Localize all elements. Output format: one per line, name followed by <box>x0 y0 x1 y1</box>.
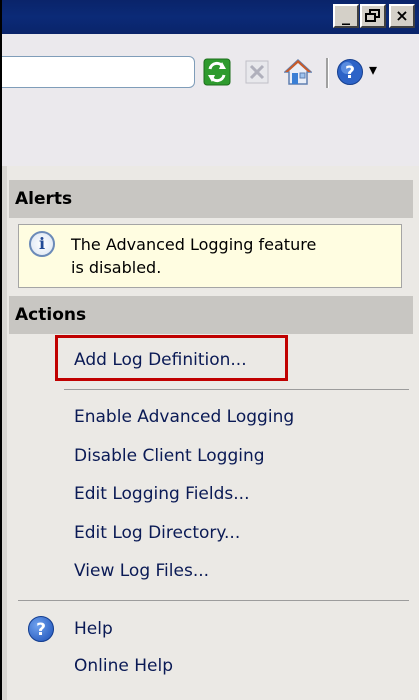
minimize-button[interactable]: _ <box>333 4 359 28</box>
action-help[interactable]: Help <box>74 616 113 642</box>
action-view-log-files[interactable]: View Log Files... <box>74 558 209 584</box>
toolbar: ? ▾ <box>2 34 419 112</box>
action-edit-log-directory[interactable]: Edit Log Directory... <box>74 520 240 546</box>
action-enable-advanced-logging[interactable]: Enable Advanced Logging <box>74 404 294 430</box>
info-icon: i <box>29 231 55 257</box>
stop-icon[interactable] <box>243 58 271 86</box>
actions-header-label: Actions <box>15 305 87 325</box>
close-button[interactable]: × <box>389 4 415 28</box>
alert-message-box: i The Advanced Logging feature is disabl… <box>18 224 402 288</box>
address-bar[interactable] <box>2 56 195 88</box>
help-icon[interactable]: ? <box>336 58 364 86</box>
help-dropdown-arrow[interactable]: ▾ <box>369 60 377 79</box>
alerts-header-label: Alerts <box>15 189 73 209</box>
actions-header: Actions <box>9 296 413 334</box>
alert-message: The Advanced Logging feature is disabled… <box>71 233 391 279</box>
alerts-header: Alerts <box>9 180 413 218</box>
home-icon[interactable] <box>284 58 312 86</box>
toolbar-separator <box>326 58 329 88</box>
action-online-help[interactable]: Online Help <box>74 653 173 679</box>
alert-message-line-1: The Advanced Logging feature <box>71 235 317 254</box>
refresh-icon[interactable] <box>203 58 231 86</box>
title-bar: _ × <box>2 0 419 34</box>
actions-divider-bottom <box>18 600 409 601</box>
action-edit-logging-fields[interactable]: Edit Logging Fields... <box>74 481 249 507</box>
action-disable-client-logging[interactable]: Disable Client Logging <box>74 443 265 469</box>
help-question-icon: ? <box>28 616 54 642</box>
svg-text:?: ? <box>345 63 355 83</box>
restore-icon <box>365 9 380 22</box>
iis-actions-window: _ × ? ▾ Alerts i The Advanced Logging fe… <box>0 0 419 700</box>
actions-divider <box>64 389 409 390</box>
action-add-log-definition[interactable]: Add Log Definition... <box>74 347 247 373</box>
content-header-band <box>2 112 419 166</box>
restore-button[interactable] <box>360 4 386 28</box>
alert-message-line-2: is disabled. <box>71 258 162 277</box>
